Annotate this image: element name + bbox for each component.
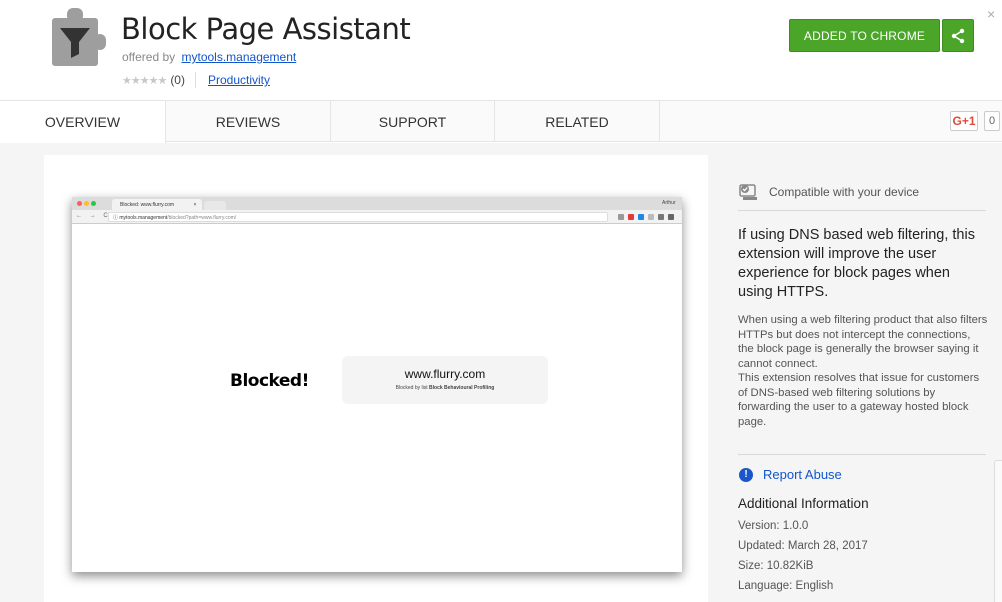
rating-divider	[194, 72, 196, 88]
window-close-dot-icon	[77, 201, 82, 206]
report-abuse-label: Report Abuse	[763, 467, 842, 482]
share-button[interactable]	[942, 19, 974, 52]
offered-by-label: offered by	[122, 50, 176, 64]
blocked-by-list: Block Behavioural Profiling	[429, 385, 495, 391]
report-abuse-link[interactable]: ! Report Abuse	[739, 467, 842, 482]
tab-reviews[interactable]: REVIEWS	[166, 101, 331, 142]
rating-count[interactable]: (0)	[170, 73, 185, 87]
blocked-by-prefix: Blocked by list	[395, 385, 428, 391]
detail-tabs: OVERVIEW REVIEWS SUPPORT RELATED G+1 0	[0, 100, 1002, 143]
additional-info-title: Additional Information	[738, 496, 869, 511]
star-icon	[618, 214, 624, 220]
browser-tabstrip: Blocked: www.flurry.com × Arthur	[72, 197, 682, 210]
blocked-domain: www.flurry.com	[404, 367, 486, 381]
offered-by: offered by mytools.management	[122, 50, 296, 64]
compatibility-row: Compatible with your device	[739, 183, 919, 201]
category-link[interactable]: Productivity	[208, 73, 270, 87]
sidebar-divider	[738, 210, 986, 211]
browser-tab: Blocked: www.flurry.com ×	[112, 199, 202, 210]
extension-gray-icon	[648, 214, 654, 220]
info-version: Version: 1.0.0	[738, 520, 809, 532]
browser-url-bar: ⓘ mytools.management/blocked?path=www.fl…	[108, 212, 608, 222]
browser-tab-title: Blocked: www.flurry.com	[120, 202, 175, 208]
window-maximize-dot-icon	[91, 201, 96, 206]
url-path: /blocked?path=www.flurry.com/	[167, 215, 237, 221]
report-abuse-icon: !	[739, 467, 753, 482]
browser-nav-icons: ← → C	[76, 213, 111, 219]
browser-new-tab	[204, 201, 226, 210]
description-heading: If using DNS based web filtering, this e…	[738, 227, 975, 300]
info-updated: Updated: March 28, 2017	[738, 540, 868, 552]
added-to-chrome-button[interactable]: ADDED TO CHROME	[789, 19, 940, 52]
gplus-button[interactable]: G+1	[950, 111, 978, 131]
tab-overview[interactable]: OVERVIEW	[0, 101, 166, 143]
blocked-heading: Blocked!	[230, 371, 309, 391]
developer-link[interactable]: mytools.management	[182, 50, 297, 64]
browser-toolbar: ← → C ⓘ mytools.management/blocked?path=…	[72, 210, 682, 224]
extension-puzzle-icon	[48, 6, 108, 70]
description-body: When using a web filtering product that …	[738, 313, 988, 429]
blocked-card: www.flurry.com Blocked by list Block Beh…	[342, 356, 548, 404]
compatible-text: Compatible with your device	[769, 185, 920, 199]
item-header: Block Page Assistant offered by mytools.…	[0, 0, 1002, 100]
scrollbar[interactable]	[994, 460, 1002, 602]
extension-title: Block Page Assistant	[121, 12, 411, 46]
tab-related[interactable]: RELATED	[495, 101, 660, 142]
browser-tab-close-icon: ×	[193, 202, 197, 208]
extension-dark-icon	[658, 214, 664, 220]
sidebar-divider	[738, 454, 986, 455]
browser-user: Arthur	[662, 200, 676, 206]
close-icon[interactable]: ×	[987, 6, 995, 22]
share-icon	[951, 28, 965, 43]
rating-stars-icon[interactable]: ★★★★★	[122, 74, 167, 87]
extension-blue-icon	[638, 214, 644, 220]
tab-support[interactable]: SUPPORT	[331, 101, 495, 142]
blocked-by-text: Blocked by list Block Behavioural Profil…	[342, 385, 548, 391]
rating-row: ★★★★★ (0) Productivity	[122, 72, 270, 88]
info-language: Language: English	[738, 580, 834, 592]
extension-red-icon	[628, 214, 634, 220]
compatible-device-icon	[739, 184, 757, 200]
info-size: Size: 10.82KiB	[738, 560, 814, 572]
description-paragraph-2: This extension resolves that issue for c…	[738, 372, 980, 428]
window-minimize-dot-icon	[84, 201, 89, 206]
filter-icon	[668, 214, 674, 220]
gplus-widget: G+1 0	[950, 111, 1001, 131]
gplus-count: 0	[984, 111, 1001, 131]
url-host: ⓘ mytools.management	[113, 215, 168, 221]
description-paragraph-1: When using a web filtering product that …	[738, 314, 988, 370]
